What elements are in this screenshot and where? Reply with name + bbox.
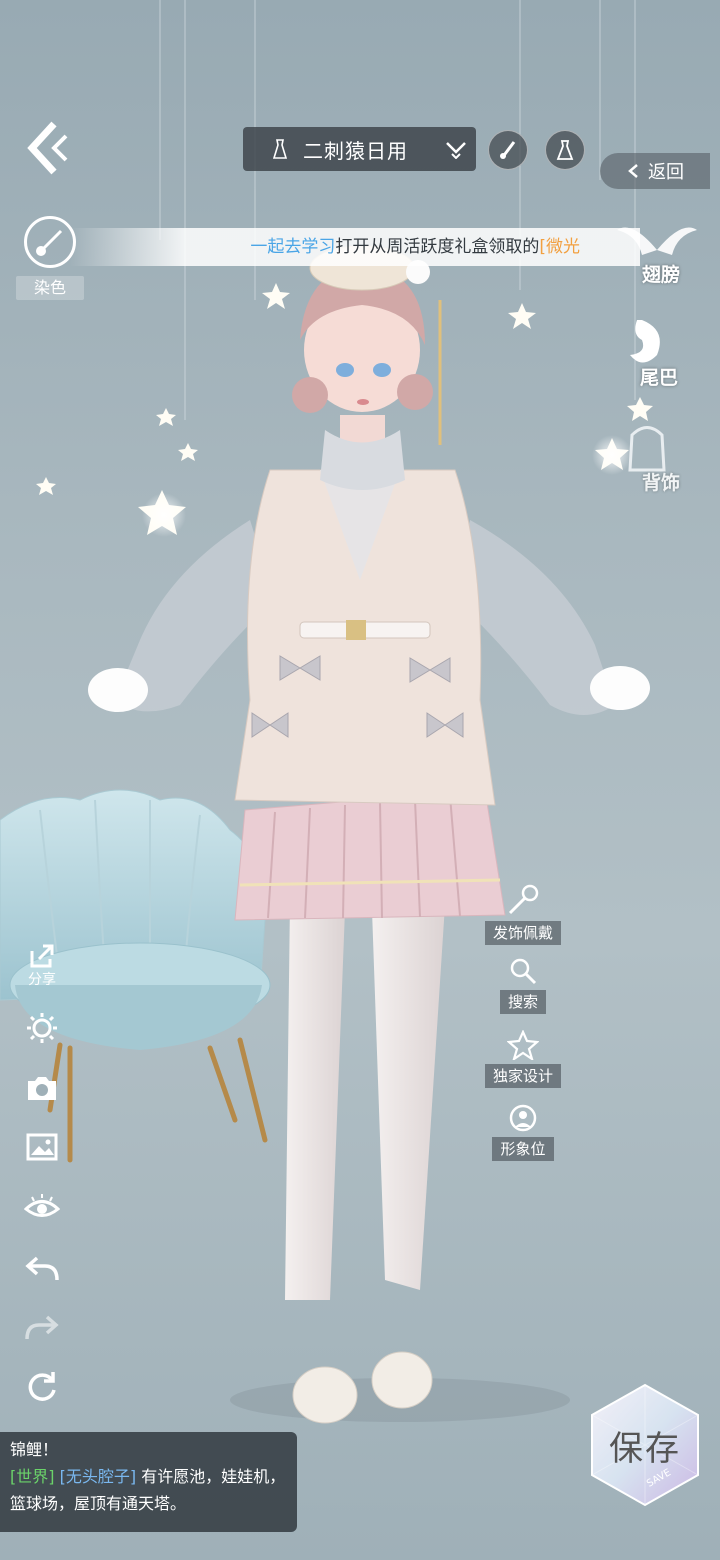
redo-button[interactable] [22, 1307, 62, 1347]
outfit-name: 二刺猿日用 [303, 138, 408, 163]
dress-icon [265, 139, 295, 159]
share-label: 分享 [28, 972, 56, 988]
image-slot-label: 形象位 [492, 1137, 554, 1161]
return-label: 返回 [648, 162, 684, 183]
back-arrow-button[interactable] [22, 118, 72, 178]
lighting-button[interactable] [22, 1008, 62, 1048]
announcement-text: 打开从周活跃度礼盒领取的 [335, 237, 540, 257]
chat-channel: [世界] [10, 1467, 55, 1486]
redo-icon [25, 1315, 59, 1340]
hair-accessory-button[interactable]: 发饰佩戴 [485, 883, 562, 945]
chat-user[interactable]: [无头腔子] [60, 1467, 137, 1486]
slot-back-accessory[interactable]: 背饰 [612, 420, 702, 510]
search-button[interactable]: 搜索 [485, 956, 561, 1014]
announcement-banner: 一起去学习打开从周活跃度礼盒领取的[微光 [70, 228, 640, 266]
camera-button[interactable] [22, 1068, 62, 1108]
dye-label: 染色 [16, 276, 84, 300]
return-arrow-icon [628, 164, 638, 178]
announcement-highlight: 一起去学习 [250, 237, 336, 257]
brush-icon [500, 141, 516, 159]
hair-accessory-label: 发饰佩戴 [485, 921, 562, 945]
save-button[interactable]: 保存 SAVE [586, 1383, 704, 1507]
sun-icon [27, 1013, 57, 1043]
undo-icon [25, 1256, 59, 1281]
share-button[interactable]: 分享 [22, 938, 62, 994]
portrait-icon [509, 1104, 537, 1132]
eye-icon [24, 1194, 60, 1217]
slot-tail[interactable]: 尾巴 [612, 315, 702, 405]
chevron-down-icon[interactable] [436, 139, 476, 159]
slot-wings[interactable]: 翅膀 [612, 210, 702, 300]
slot-back-accessory-label: 背饰 [642, 472, 681, 494]
undo-button[interactable] [22, 1248, 62, 1288]
slot-tail-label: 尾巴 [640, 367, 679, 389]
chat-line-1: 锦鲤！ [10, 1440, 59, 1459]
gallery-button[interactable] [22, 1127, 62, 1167]
image-slot-button[interactable]: 形象位 [485, 1103, 561, 1161]
search-label: 搜索 [499, 990, 546, 1014]
dye-button[interactable] [24, 216, 76, 268]
reset-button[interactable] [22, 1366, 62, 1406]
search-icon [510, 958, 537, 985]
brush-button[interactable] [488, 130, 528, 170]
dress-outline-icon [556, 140, 574, 160]
announcement-emphasis: [微光 [539, 237, 580, 257]
exclusive-design-button[interactable]: 独家设计 [485, 1030, 562, 1088]
dress-outline-button[interactable] [545, 130, 585, 170]
camera-icon [28, 1077, 56, 1100]
back-arrow-icon [27, 121, 68, 175]
chat-line-2: [世界] [无头腔子] 有许愿池，娃娃机，篮球场，屋顶有通天塔。 [10, 1463, 287, 1517]
star-icon [507, 1030, 539, 1060]
save-label: 保存 [609, 1429, 681, 1469]
exclusive-design-label: 独家设计 [485, 1064, 562, 1088]
outfit-selector[interactable]: 二刺猿日用 [243, 127, 476, 171]
reset-icon [28, 1372, 56, 1401]
hide-ui-button[interactable] [22, 1187, 62, 1227]
return-button[interactable]: 返回 [600, 153, 710, 189]
hairpin-icon [508, 884, 539, 915]
slot-wings-label: 翅膀 [642, 264, 681, 286]
share-icon [30, 944, 54, 968]
chat-box[interactable]: 锦鲤！ [世界] [无头腔子] 有许愿池，娃娃机，篮球场，屋顶有通天塔。 [0, 1432, 297, 1532]
image-icon [26, 1133, 58, 1161]
dye-brush-icon [36, 229, 63, 256]
